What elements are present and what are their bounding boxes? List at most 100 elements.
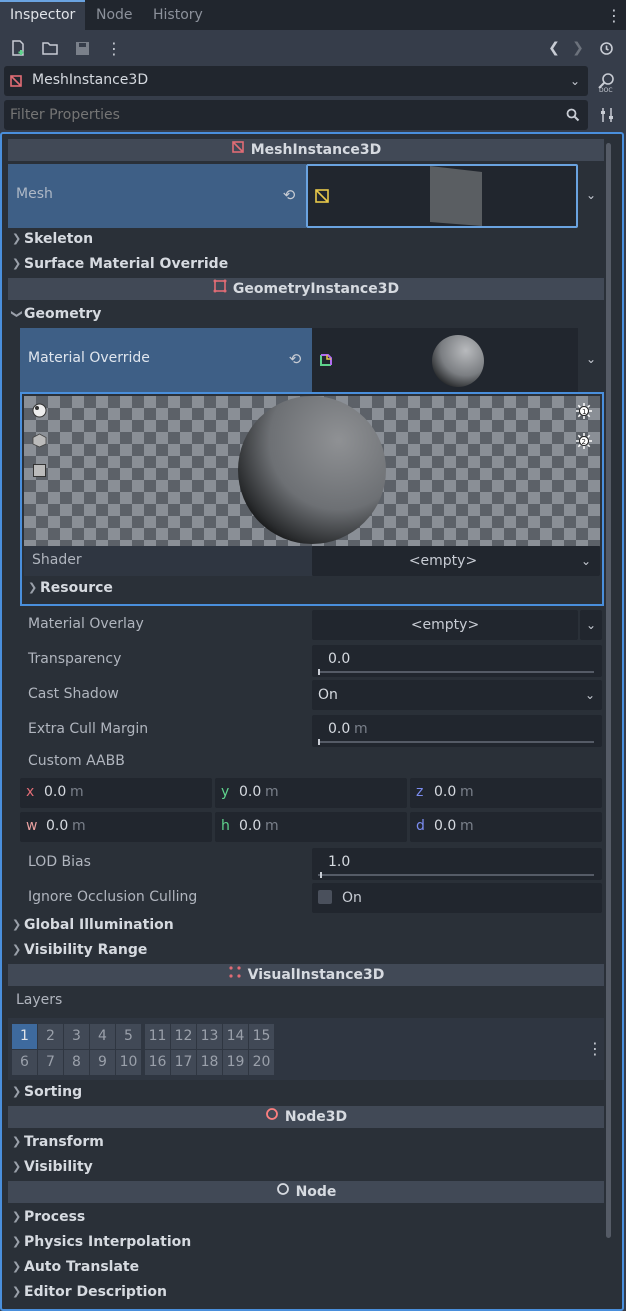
object-selector-label: MeshInstance3D [32,72,149,88]
recent-history-icon[interactable] [596,38,616,58]
lod-bias-track [318,874,594,876]
mesh-label: Mesh [16,186,53,202]
material-overlay-dropdown[interactable]: ⌄ [580,610,602,640]
checkbox-unchecked-icon[interactable] [318,890,332,904]
shader-label: Shader [32,552,82,568]
cast-shadow-select[interactable]: On ⌄ [312,680,602,710]
layer-cell-20[interactable]: 20 [249,1050,274,1075]
transparency-knob[interactable] [318,669,320,675]
layer-cell-17[interactable]: 17 [171,1050,196,1075]
layers-menu-icon[interactable]: ⋮ [586,1036,604,1060]
section-process[interactable]: ❯ Process [8,1205,604,1229]
d-axis-label: d [416,818,425,834]
layer-cell-10[interactable]: 10 [116,1050,141,1075]
shader-picker[interactable]: <empty> ⌄ [312,546,600,576]
aabb-y-field[interactable]: y 0.0 m [215,778,407,808]
light-1-toggle-icon[interactable]: 1 [575,402,593,420]
plane-mesh-icon [314,188,330,204]
section-resource[interactable]: ❯ Resource [24,576,600,600]
tab-inspector[interactable]: Inspector [0,0,86,30]
dock-tabbar: Inspector Node History ⋮ [0,0,626,30]
layer-cell-19[interactable]: 19 [223,1050,248,1075]
section-transform[interactable]: ❯ Transform [8,1130,604,1154]
svg-text:DOC: DOC [599,87,613,93]
chevron-down-icon: ⌄ [580,554,592,568]
aabb-x-field[interactable]: x 0.0 m [20,778,212,808]
layer-cell-16[interactable]: 16 [145,1050,170,1075]
save-icon[interactable] [72,38,92,58]
material-overlay-picker[interactable]: <empty> [312,610,578,640]
filter-properties[interactable] [4,100,588,130]
material-dropdown-icon[interactable]: ⌄ [582,350,600,368]
layer-cell-11[interactable]: 11 [145,1024,170,1049]
unit-label: m [460,784,474,800]
section-surface-material-override[interactable]: ❯ Surface Material Override [8,252,604,276]
layer-cell-1[interactable]: 1 [12,1024,37,1049]
transparency-label: Transparency [28,651,122,667]
section-global-illumination[interactable]: ❯ Global Illumination [8,913,604,937]
layer-cell-18[interactable]: 18 [197,1050,222,1075]
layer-cell-15[interactable]: 15 [249,1024,274,1049]
section-auto-translate[interactable]: ❯ Auto Translate [8,1255,604,1279]
layer-cell-5[interactable]: 5 [116,1024,141,1049]
unit-label: m [70,784,84,800]
layer-cell-13[interactable]: 13 [197,1024,222,1049]
open-documentation-icon[interactable]: DOC [594,70,620,94]
history-forward-icon[interactable]: ❯ [570,38,586,58]
aabb-d-field[interactable]: d 0.0 m [410,812,602,842]
new-resource-icon[interactable] [8,38,28,58]
aabb-z-value: 0.0 [434,784,457,800]
lod-bias-label: LOD Bias [28,854,91,870]
material-resource-picker[interactable] [312,328,578,392]
open-folder-icon[interactable] [40,38,60,58]
tab-history[interactable]: History [143,0,213,30]
layer-cell-3[interactable]: 3 [64,1024,89,1049]
mesh-resource-picker[interactable] [306,164,578,228]
property-options-icon[interactable] [596,104,618,126]
extra-cull-margin-label: Extra Cull Margin [28,721,149,737]
revert-icon[interactable]: ⟲ [286,350,304,368]
lod-bias-knob[interactable] [320,872,322,878]
aabb-z-field[interactable]: z 0.0 m [410,778,602,808]
layer-cell-8[interactable]: 8 [64,1050,89,1075]
layer-cell-12[interactable]: 12 [171,1024,196,1049]
aabb-w-field[interactable]: w 0.0 m [20,812,212,842]
sphere-preview-icon[interactable] [31,402,47,418]
filter-input[interactable] [10,104,550,126]
box-preview-icon[interactable] [31,432,47,448]
transparency-value: 0.0 [328,651,351,667]
inspector-scrollbar[interactable] [606,143,611,1238]
layer-cell-9[interactable]: 9 [90,1050,115,1075]
history-back-icon[interactable]: ❮ [546,38,562,58]
layer-cell-6[interactable]: 6 [12,1050,37,1075]
layer-cell-4[interactable]: 4 [90,1024,115,1049]
revert-icon[interactable]: ⟲ [280,186,298,204]
quad-preview-icon[interactable] [31,462,47,478]
tab-node[interactable]: Node [86,0,143,30]
aabb-h-field[interactable]: h 0.0 m [215,812,407,842]
category-label: MeshInstance3D [250,142,382,158]
section-visibility-range[interactable]: ❯ Visibility Range [8,938,604,962]
section-editor-description[interactable]: ❯ Editor Description [8,1280,604,1304]
layer-cell-2[interactable]: 2 [38,1024,63,1049]
more-options-icon[interactable]: ⋮ [104,38,124,58]
layer-cell-7[interactable]: 7 [38,1050,63,1075]
mesh-dropdown-icon[interactable]: ⌄ [582,186,600,204]
ignore-occlusion-checkbox[interactable]: On [312,883,602,913]
section-geometry[interactable]: ❯ Geometry [8,302,604,326]
transparency-slider[interactable]: 0.0 [312,645,602,677]
layer-cell-14[interactable]: 14 [223,1024,248,1049]
section-skeleton[interactable]: ❯ Skeleton [8,227,604,251]
section-physics-interpolation[interactable]: ❯ Physics Interpolation [8,1230,604,1254]
dock-menu-icon[interactable]: ⋮ [606,5,622,25]
section-sorting[interactable]: ❯ Sorting [8,1080,604,1104]
extra-cull-margin-knob[interactable] [318,739,320,745]
section-visibility[interactable]: ❯ Visibility [8,1155,604,1179]
z-axis-label: z [416,784,424,800]
light-2-toggle-icon[interactable]: 2 [575,432,593,450]
aabb-h-value: 0.0 [239,818,262,834]
object-selector[interactable]: MeshInstance3D ⌄ [4,66,588,96]
lod-bias-slider[interactable]: 1.0 [312,848,602,880]
extra-cull-margin-slider[interactable]: 0.0 m [312,715,602,747]
aabb-x-value: 0.0 [44,784,67,800]
